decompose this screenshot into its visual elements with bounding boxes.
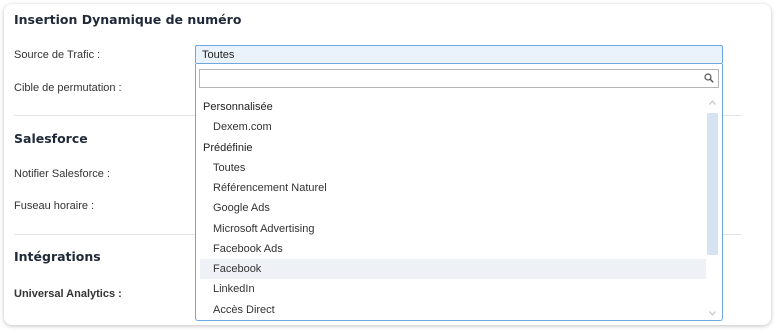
option-linkedin[interactable]: LinkedIn [200, 279, 706, 299]
scroll-thumb[interactable] [707, 113, 718, 255]
traffic-source-label: Source de Trafic : [14, 49, 101, 61]
traffic-source-dropdown: Personnalisée Dexem.com Prédéfinie Toute… [195, 64, 723, 321]
option-facebook[interactable]: Facebook [200, 259, 706, 279]
timezone-label: Fuseau horaire : [14, 200, 95, 212]
traffic-source-select[interactable]: Toutes [195, 45, 723, 64]
option-microsoft-advertising[interactable]: Microsoft Advertising [200, 219, 706, 239]
search-icon [704, 73, 714, 83]
dropdown-option-list: Personnalisée Dexem.com Prédéfinie Toute… [196, 95, 724, 321]
notify-salesforce-label: Notifier Salesforce : [14, 168, 110, 180]
chevron-up-icon[interactable] [709, 100, 716, 105]
option-facebook-ads[interactable]: Facebook Ads [200, 239, 706, 259]
option-referencement-naturel[interactable]: Référencement Naturel [200, 178, 706, 198]
universal-analytics-label: Universal Analytics : [14, 288, 122, 300]
dropdown-scrollbar[interactable] [707, 95, 718, 318]
option-acces-direct[interactable]: Accès Direct [200, 300, 706, 320]
dropdown-search-input[interactable] [199, 69, 719, 88]
option-group-label: Personnalisée [203, 101, 273, 113]
option-dexem-com[interactable]: Dexem.com [200, 117, 706, 137]
section-title-integrations: Intégrations [14, 249, 101, 264]
option-google-ads[interactable]: Google Ads [200, 198, 706, 218]
section-title-salesforce: Salesforce [14, 131, 88, 146]
option-toutes[interactable]: Toutes [200, 158, 706, 178]
option-group-label: Prédéfinie [203, 142, 253, 154]
chevron-down-icon[interactable] [709, 311, 716, 316]
section-title-dni: Insertion Dynamique de numéro [14, 12, 242, 27]
settings-card: Insertion Dynamique de numéro Source de … [4, 4, 771, 325]
permutation-target-label: Cible de permutation : [14, 82, 122, 94]
